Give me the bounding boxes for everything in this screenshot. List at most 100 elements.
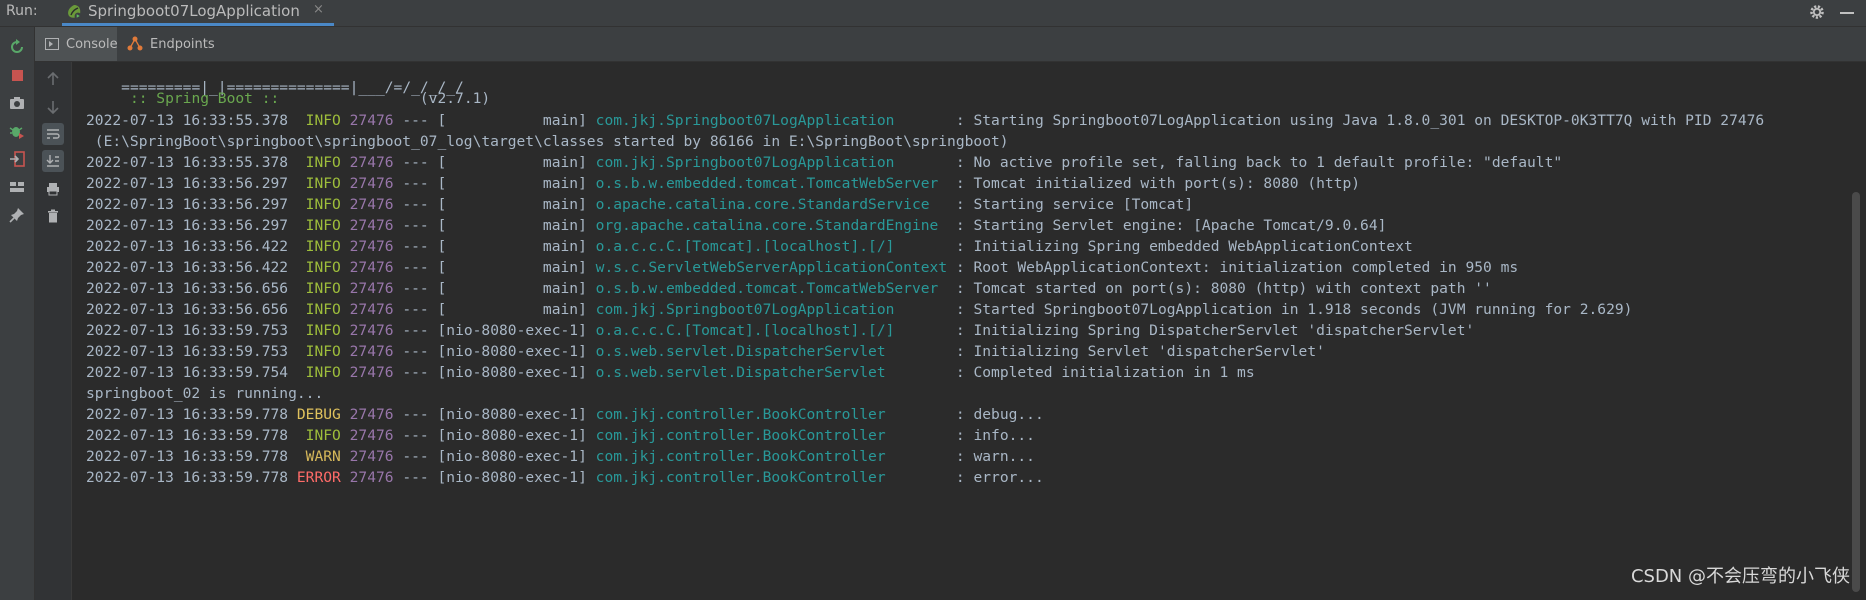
log-level: INFO: [296, 238, 341, 255]
gear-icon[interactable]: [1808, 3, 1826, 21]
log-message: : error...: [955, 469, 1044, 486]
debug-bug-icon[interactable]: [7, 121, 27, 141]
log-timestamp: 2022-07-13 16:33:56.422: [86, 238, 289, 255]
log-message: : info...: [955, 427, 1035, 444]
log-logger: com.jkj.controller.BookController: [595, 448, 956, 465]
log-pid: 27476: [349, 280, 394, 297]
log-line: 2022-07-13 16:33:59.778 ERROR 27476 --- …: [86, 468, 1044, 488]
camera-icon[interactable]: [7, 93, 27, 113]
run-config-tab[interactable]: Springboot07LogApplication ×: [62, 0, 334, 26]
log-message: : Starting service [Tomcat]: [955, 196, 1194, 213]
log-thread: --- [ main]: [393, 280, 596, 297]
log-pid: 27476: [349, 469, 394, 486]
log-timestamp: 2022-07-13 16:33:56.656: [86, 280, 289, 297]
log-pid: 27476: [349, 322, 394, 339]
run-label: Run:: [6, 3, 38, 19]
log-timestamp: 2022-07-13 16:33:56.297: [86, 175, 289, 192]
log-thread: --- [ main]: [393, 238, 596, 255]
log-level: INFO: [296, 259, 341, 276]
log-thread: --- [nio-8080-exec-1]: [393, 322, 596, 339]
log-pid: 27476: [349, 217, 394, 234]
log-logger: o.a.c.c.C.[Tomcat].[localhost].[/]: [595, 238, 956, 255]
print-icon[interactable]: [42, 178, 64, 200]
log-pid: 27476: [349, 196, 394, 213]
log-pid: 27476: [349, 259, 394, 276]
tab-endpoints[interactable]: Endpoints: [127, 27, 227, 61]
vertical-scrollbar[interactable]: [1852, 192, 1860, 592]
log-pid: 27476: [349, 343, 394, 360]
log-timestamp: 2022-07-13 16:33:59.778: [86, 448, 289, 465]
tab-endpoints-label: Endpoints: [150, 36, 215, 52]
minimize-icon[interactable]: [1840, 12, 1854, 14]
log-level: DEBUG: [296, 406, 341, 423]
log-pid: 27476: [349, 364, 394, 381]
console-gutter-toolbar: [35, 62, 72, 600]
spring-boot-version: (v2.7.1): [288, 90, 491, 107]
log-message: : Tomcat initialized with port(s): 8080 …: [955, 175, 1361, 192]
log-thread: --- [nio-8080-exec-1]: [393, 469, 596, 486]
log-line: 2022-07-13 16:33:55.378 INFO 27476 --- […: [86, 153, 1562, 173]
log-thread: --- [ main]: [393, 196, 596, 213]
log-level: INFO: [296, 343, 341, 360]
scroll-to-end-icon[interactable]: [42, 150, 64, 172]
layout-icon[interactable]: [7, 177, 27, 197]
log-thread: --- [ main]: [393, 175, 596, 192]
log-line: 2022-07-13 16:33:56.297 INFO 27476 --- […: [86, 174, 1360, 194]
log-logger: com.jkj.controller.BookController: [595, 406, 956, 423]
stop-icon[interactable]: [7, 65, 27, 85]
spring-boot-label: :: Spring Boot ::: [121, 90, 289, 107]
banner-version-line: :: Spring Boot :: (v2.7.1): [86, 69, 490, 107]
log-line: 2022-07-13 16:33:59.753 INFO 27476 --- […: [86, 342, 1325, 362]
run-left-toolbar: [0, 27, 35, 600]
trash-icon[interactable]: [42, 205, 64, 227]
log-logger: o.s.b.w.embedded.tomcat.TomcatWebServer: [595, 280, 956, 297]
log-line: 2022-07-13 16:33:56.422 INFO 27476 --- […: [86, 258, 1518, 278]
scroll-down-icon[interactable]: [42, 96, 64, 118]
log-timestamp: 2022-07-13 16:33:55.378: [86, 154, 289, 171]
close-tab-icon[interactable]: ×: [313, 2, 324, 17]
log-line: 2022-07-13 16:33:59.754 INFO 27476 --- […: [86, 363, 1255, 383]
run-subtabs: Console Endpoints: [35, 27, 1866, 62]
tab-console-label: Console: [66, 36, 118, 52]
log-message: : Started Springboot07LogApplication in …: [955, 301, 1633, 318]
log-logger: com.jkj.Springboot07LogApplication: [595, 154, 956, 171]
log-logger: o.a.c.c.C.[Tomcat].[localhost].[/]: [595, 322, 956, 339]
run-tab-title: Springboot07LogApplication: [88, 2, 300, 20]
log-line: 2022-07-13 16:33:56.656 INFO 27476 --- […: [86, 279, 1492, 299]
log-timestamp: 2022-07-13 16:33:56.422: [86, 259, 289, 276]
log-line: 2022-07-13 16:33:56.297 INFO 27476 --- […: [86, 216, 1386, 236]
console-output[interactable]: =========|_|==============|___/=/_/_/_/ …: [72, 62, 1866, 600]
log-level: INFO: [296, 112, 341, 129]
log-line: 2022-07-13 16:33:56.656 INFO 27476 --- […: [86, 300, 1632, 320]
log-message: : warn...: [955, 448, 1035, 465]
log-thread: --- [nio-8080-exec-1]: [393, 427, 596, 444]
scroll-up-icon[interactable]: [42, 68, 64, 90]
log-level: INFO: [296, 196, 341, 213]
log-message: : Completed initialization in 1 ms: [955, 364, 1255, 381]
log-pid: 27476: [349, 427, 394, 444]
log-logger: org.apache.catalina.core.StandardEngine: [595, 217, 956, 234]
log-line: 2022-07-13 16:33:59.778 DEBUG 27476 --- …: [86, 405, 1044, 425]
log-pid: 27476: [349, 175, 394, 192]
soft-wrap-icon[interactable]: [42, 123, 64, 145]
rerun-icon[interactable]: [7, 37, 27, 57]
exit-icon[interactable]: [7, 149, 27, 169]
tab-console[interactable]: Console: [35, 27, 118, 61]
log-pid: 27476: [349, 448, 394, 465]
log-timestamp: 2022-07-13 16:33:56.656: [86, 301, 289, 318]
log-line: 2022-07-13 16:33:59.778 WARN 27476 --- […: [86, 447, 1035, 467]
log-logger: com.jkj.Springboot07LogApplication: [595, 301, 956, 318]
log-line: 2022-07-13 16:33:59.753 INFO 27476 --- […: [86, 321, 1474, 341]
log-thread: --- [ main]: [393, 154, 596, 171]
log-timestamp: 2022-07-13 16:33:59.754: [86, 364, 289, 381]
log-message: : Tomcat started on port(s): 8080 (http)…: [955, 280, 1492, 297]
log-timestamp: 2022-07-13 16:33:59.753: [86, 322, 289, 339]
log-message: : Initializing Spring embedded WebApplic…: [955, 238, 1413, 255]
pin-icon[interactable]: [7, 205, 27, 225]
endpoints-icon: [127, 36, 143, 52]
log-thread: --- [ main]: [393, 301, 596, 318]
log-text-line: (E:\SpringBoot\springboot\springboot_07_…: [86, 132, 1009, 152]
log-pid: 27476: [349, 112, 394, 129]
log-logger: com.jkj.controller.BookController: [595, 427, 956, 444]
log-line: 2022-07-13 16:33:59.778 INFO 27476 --- […: [86, 426, 1035, 446]
